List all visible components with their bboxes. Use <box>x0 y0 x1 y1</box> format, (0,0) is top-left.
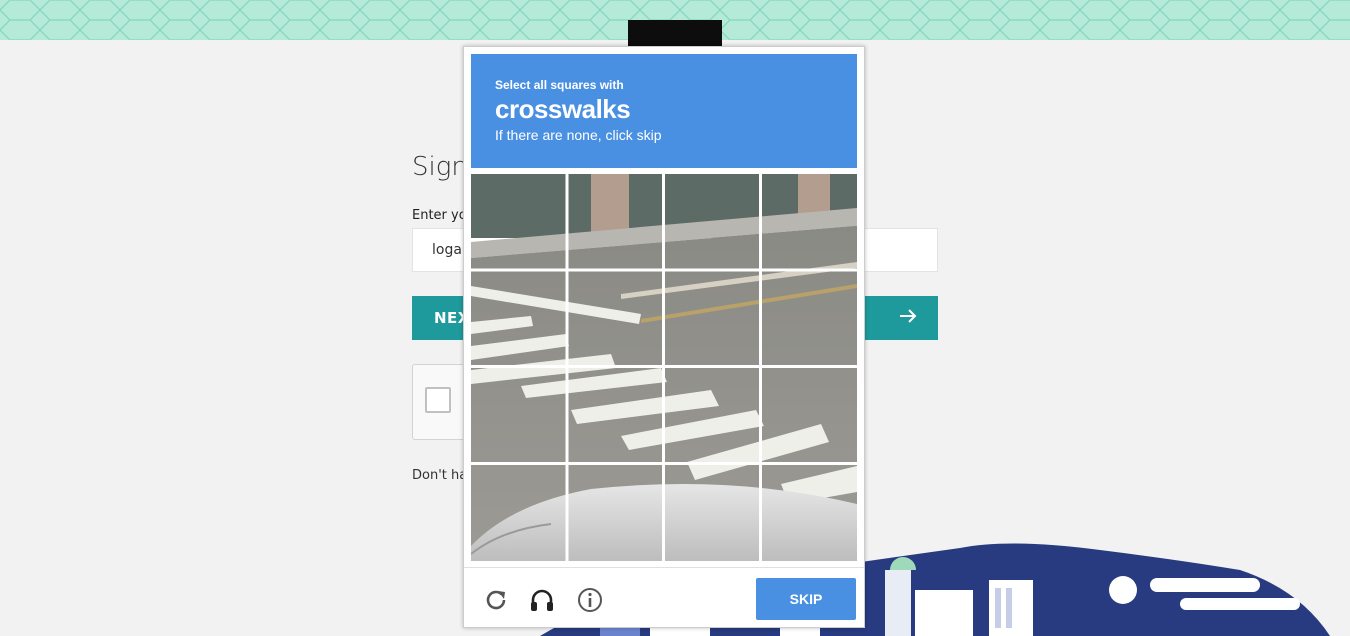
recaptcha-checkbox[interactable] <box>425 387 451 413</box>
reload-icon[interactable] <box>482 586 510 614</box>
grid-tile[interactable] <box>665 368 759 462</box>
grid-tile[interactable] <box>471 465 565 559</box>
grid-tile[interactable] <box>762 368 856 462</box>
captcha-hint: If there are none, click skip <box>495 127 662 143</box>
grid-tile[interactable] <box>762 465 856 559</box>
captcha-prompt-header: Select all squares with crosswalks If th… <box>471 54 857 168</box>
page-title: Sign <box>412 152 468 182</box>
grid-tile[interactable] <box>665 174 759 268</box>
grid-tile[interactable] <box>762 271 856 365</box>
captcha-target: crosswalks <box>495 94 631 124</box>
grid-tile[interactable] <box>762 174 856 268</box>
grid-tile[interactable] <box>471 368 565 462</box>
email-label: Enter yo <box>412 208 467 223</box>
grid-tile[interactable] <box>471 271 565 365</box>
grid-tile[interactable] <box>665 271 759 365</box>
captcha-instruction: Select all squares with <box>495 78 624 92</box>
grid-tile[interactable] <box>568 271 662 365</box>
grid-tile[interactable] <box>568 465 662 559</box>
grid-tile[interactable] <box>568 368 662 462</box>
grid-tile[interactable] <box>665 465 759 559</box>
captcha-image-grid <box>471 174 857 561</box>
skip-button[interactable]: SKIP <box>756 578 856 620</box>
header-logo-block <box>628 20 722 46</box>
info-icon[interactable] <box>576 586 604 614</box>
headphones-icon[interactable] <box>528 586 556 614</box>
grid-tile[interactable] <box>568 174 662 268</box>
grid-tile[interactable] <box>471 174 565 268</box>
arrow-right-icon <box>900 309 917 323</box>
captcha-footer: SKIP <box>464 567 864 628</box>
captcha-challenge-dialog: Select all squares with crosswalks If th… <box>463 46 865 628</box>
